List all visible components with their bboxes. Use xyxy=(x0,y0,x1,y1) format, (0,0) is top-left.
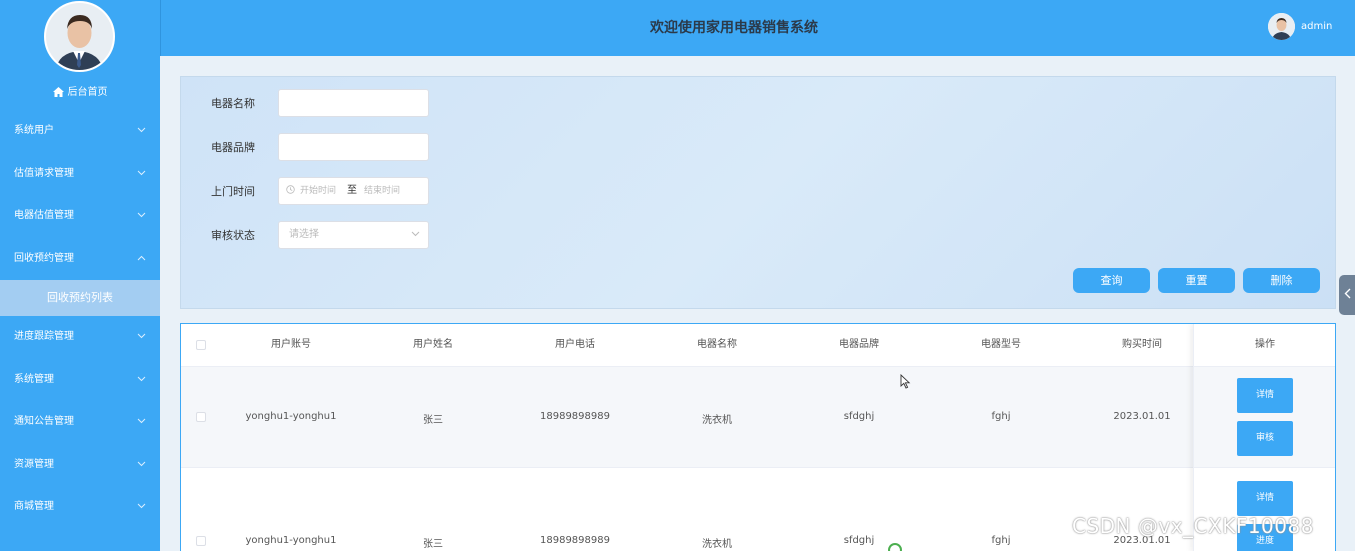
reset-button[interactable]: 重置 xyxy=(1158,268,1235,293)
detail-button[interactable]: 详情 xyxy=(1237,481,1293,516)
sidebar-item-label: 电器估值管理 xyxy=(14,210,74,221)
sidebar-item-valuation-requests[interactable]: 估值请求管理 xyxy=(0,153,160,195)
sidebar-item-label: 系统用户 xyxy=(14,125,54,136)
review-status-label: 审核状态 xyxy=(211,229,255,242)
sidebar-item-label: 通知公告管理 xyxy=(14,416,74,427)
loading-spinner-icon xyxy=(888,543,902,551)
review-status-select[interactable]: 请选择 xyxy=(278,221,429,249)
chevron-down-icon xyxy=(137,444,146,486)
sidebar-subitem-recycle-booking-list[interactable]: 回收预约列表 xyxy=(0,280,160,316)
row-checkbox[interactable] xyxy=(196,412,206,422)
page-title: 欢迎使用家用电器销售系统 xyxy=(650,20,818,36)
sidebar-item-resources[interactable]: 资源管理 xyxy=(0,444,160,486)
chevron-up-icon xyxy=(137,238,146,280)
delete-button[interactable]: 删除 xyxy=(1243,268,1320,293)
range-separator: 至 xyxy=(347,185,357,196)
cell-phone: 18989898989 xyxy=(540,535,610,546)
sidebar-item-label: 回收预约管理 xyxy=(14,253,74,264)
appliance-brand-input[interactable] xyxy=(278,133,429,161)
chevron-down-icon xyxy=(137,316,146,358)
chevron-down-icon xyxy=(137,359,146,401)
select-all-checkbox[interactable] xyxy=(196,340,206,350)
query-button[interactable]: 查询 xyxy=(1073,268,1150,293)
sidebar-item-progress-tracking[interactable]: 进度跟踪管理 xyxy=(0,316,160,358)
sidebar: 后台首页 系统用户 估值请求管理 电器估值管理 回收预约管理 回收预约列表 进度… xyxy=(0,0,160,551)
cell-brand: sfdghj xyxy=(843,535,875,546)
cell-account: yonghu1-yonghu1 xyxy=(245,411,337,422)
username-label[interactable]: admin xyxy=(1301,21,1332,32)
sidebar-item-appliance-valuation[interactable]: 电器估值管理 xyxy=(0,195,160,237)
cell-name: 张三 xyxy=(423,539,443,550)
visit-time-label: 上门时间 xyxy=(211,185,255,198)
appliance-brand-label: 电器品牌 xyxy=(211,141,255,154)
sidebar-item-label: 估值请求管理 xyxy=(14,168,74,179)
watermark: CSDN @vx_CXKF10088 xyxy=(1072,514,1314,538)
chevron-down-icon xyxy=(411,222,420,248)
chevron-down-icon xyxy=(137,486,146,528)
home-label: 后台首页 xyxy=(67,87,108,98)
sidebar-item-label: 进度跟踪管理 xyxy=(14,331,74,342)
start-time-placeholder[interactable]: 开始时间 xyxy=(300,178,336,204)
col-header-appliance: 电器名称 xyxy=(697,339,737,350)
appliance-name-label: 电器名称 xyxy=(211,97,255,110)
search-panel: 电器名称 电器品牌 上门时间 开始时间 至 结束时间 审核状态 请选择 查询 重… xyxy=(180,76,1336,309)
col-header-purchase-date: 购买时间 xyxy=(1122,339,1162,350)
sidebar-item-notices[interactable]: 通知公告管理 xyxy=(0,401,160,443)
sidebar-item-system-users[interactable]: 系统用户 xyxy=(0,110,160,152)
user-avatar[interactable] xyxy=(1268,13,1295,40)
collapse-handle[interactable] xyxy=(1339,275,1355,315)
cell-appliance: 洗衣机 xyxy=(702,415,732,426)
sidebar-item-mall[interactable]: 商城管理 xyxy=(0,486,160,528)
review-button[interactable]: 审核 xyxy=(1237,421,1293,456)
cell-model: fghj xyxy=(991,411,1011,422)
sidebar-item-system-management[interactable]: 系统管理 xyxy=(0,359,160,401)
col-header-account: 用户账号 xyxy=(271,339,311,350)
home-icon xyxy=(52,87,64,100)
sidebar-item-label: 商城管理 xyxy=(14,501,54,512)
status-placeholder: 请选择 xyxy=(289,229,319,240)
sidebar-item-recycle-booking[interactable]: 回收预约管理 xyxy=(0,238,160,280)
row-checkbox[interactable] xyxy=(196,536,206,546)
chevron-left-icon xyxy=(1344,287,1351,303)
sidebar-home-link[interactable]: 后台首页 xyxy=(0,83,160,99)
clock-icon xyxy=(286,178,295,204)
top-header: 欢迎使用家用电器销售系统 admin xyxy=(160,0,1355,56)
appliance-name-input[interactable] xyxy=(278,89,429,117)
chevron-down-icon xyxy=(137,195,146,237)
cell-brand: sfdghj xyxy=(843,411,875,422)
sidebar-item-label: 资源管理 xyxy=(14,459,54,470)
avatar xyxy=(44,1,115,72)
chevron-down-icon xyxy=(137,401,146,443)
mouse-cursor-icon xyxy=(900,373,911,392)
detail-button[interactable]: 详情 xyxy=(1237,378,1293,413)
end-time-placeholder[interactable]: 结束时间 xyxy=(364,178,400,204)
cell-account: yonghu1-yonghu1 xyxy=(245,535,337,546)
cell-appliance: 洗衣机 xyxy=(702,539,732,550)
visit-time-range[interactable]: 开始时间 至 结束时间 xyxy=(278,177,429,205)
cell-purchase-date: 2023.01.01 xyxy=(1113,411,1171,422)
cell-phone: 18989898989 xyxy=(540,411,610,422)
cell-model: fghj xyxy=(991,535,1011,546)
cell-name: 张三 xyxy=(423,415,443,426)
chevron-down-icon xyxy=(137,110,146,152)
sidebar-item-label: 系统管理 xyxy=(14,374,54,385)
col-header-model: 电器型号 xyxy=(981,339,1021,350)
chevron-down-icon xyxy=(137,153,146,195)
col-header-name: 用户姓名 xyxy=(413,339,453,350)
col-header-phone: 用户电话 xyxy=(555,339,595,350)
col-header-brand: 电器品牌 xyxy=(839,339,879,350)
